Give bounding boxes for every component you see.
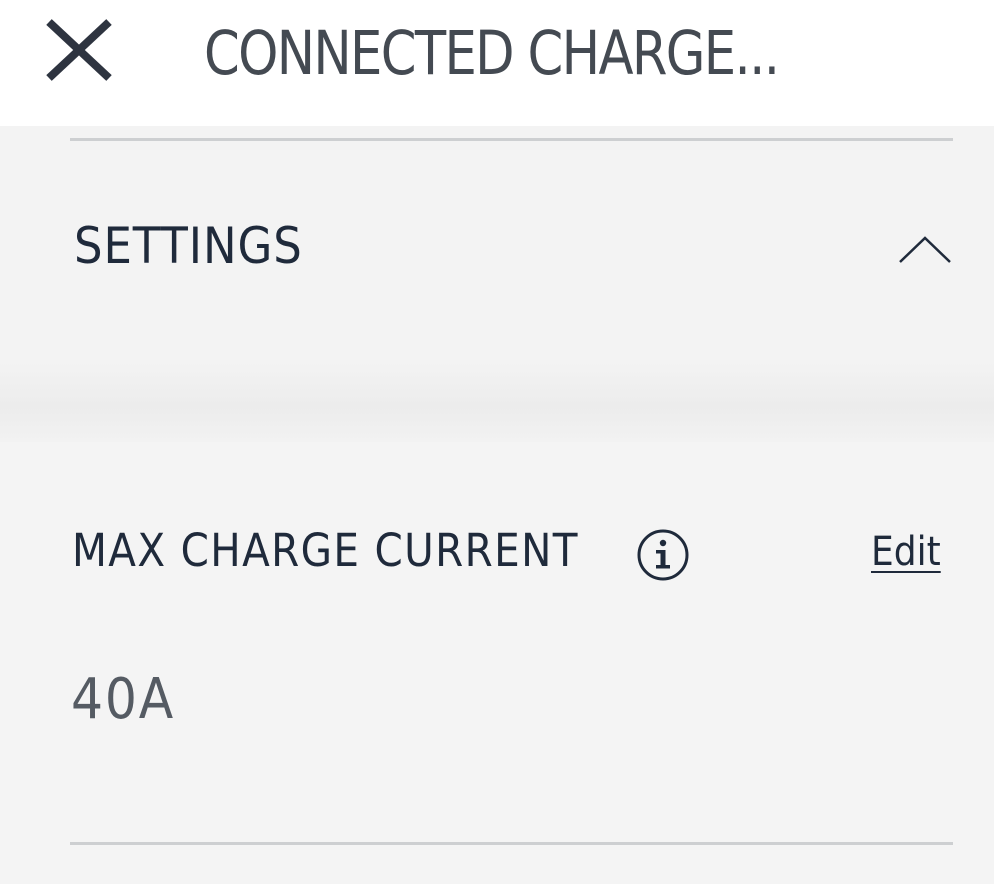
settings-panel <box>0 442 994 884</box>
settings-section-toggle[interactable]: SETTINGS <box>0 141 994 361</box>
settings-label: SETTINGS <box>74 217 303 275</box>
max-charge-current-label: MAX CHARGE CURRENT <box>72 524 579 577</box>
section-shadow-band <box>0 362 994 442</box>
app-header: CONNECTED CHARGE... <box>0 0 994 126</box>
max-charge-current-value: 40A <box>71 667 176 732</box>
page-title: CONNECTED CHARGE... <box>204 18 780 89</box>
divider-bottom <box>70 842 953 845</box>
info-icon <box>637 529 689 581</box>
info-button[interactable] <box>636 528 690 582</box>
close-icon <box>46 19 112 81</box>
chevron-up-icon <box>898 235 952 265</box>
edit-link[interactable]: Edit <box>871 528 941 576</box>
close-button[interactable] <box>40 16 118 88</box>
